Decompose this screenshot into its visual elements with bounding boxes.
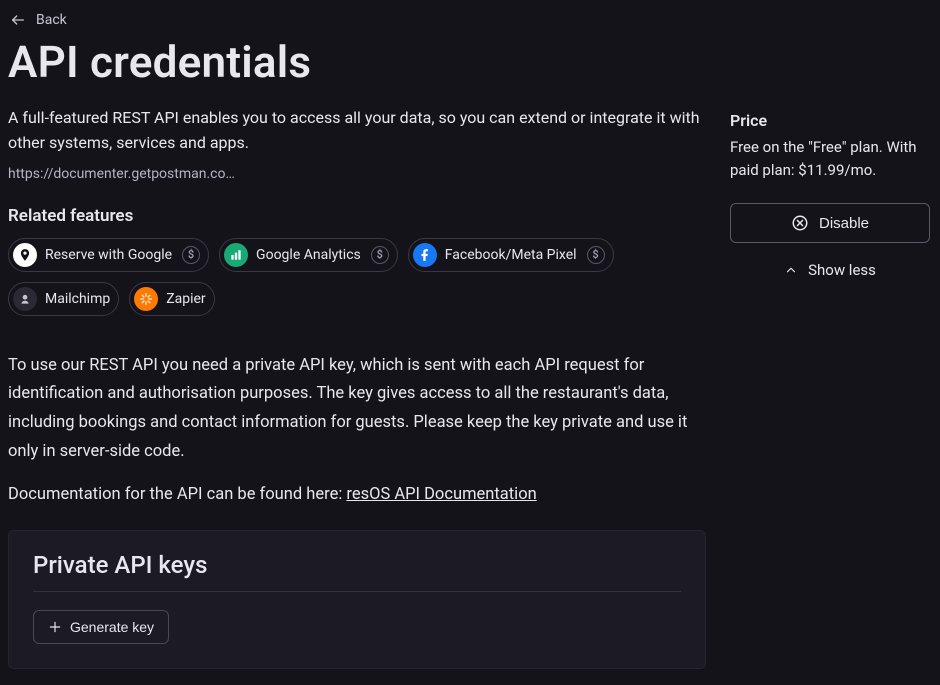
generate-key-button[interactable]: Generate key xyxy=(33,610,169,644)
chip-label: Zapier xyxy=(166,291,205,307)
divider xyxy=(33,591,681,592)
disable-button[interactable]: Disable xyxy=(730,203,930,243)
price-tag-icon: $ xyxy=(371,246,389,264)
back-button[interactable]: Back xyxy=(8,8,69,32)
related-chip-google-analytics[interactable]: Google Analytics $ xyxy=(219,238,398,272)
api-keys-panel: Private API keys Generate key xyxy=(8,530,706,669)
doc-url[interactable]: https://documenter.getpostman.co… xyxy=(8,166,706,182)
show-less-label: Show less xyxy=(808,261,876,279)
body-text: To use our REST API you need a private A… xyxy=(8,352,706,510)
arrow-left-icon xyxy=(10,12,26,28)
facebook-icon xyxy=(413,243,437,267)
price-tag-icon: $ xyxy=(182,246,200,264)
page-title: API credentials xyxy=(8,36,930,88)
main-content: A full-featured REST API enables you to … xyxy=(8,106,706,669)
price-tag-icon: $ xyxy=(587,246,605,264)
feature-description: A full-featured REST API enables you to … xyxy=(8,106,706,156)
cancel-circle-icon xyxy=(791,214,809,232)
chip-label: Reserve with Google xyxy=(45,247,172,263)
price-heading: Price xyxy=(730,111,930,130)
related-features-heading: Related features xyxy=(8,206,706,226)
chip-label: Mailchimp xyxy=(45,291,110,307)
related-chip-reserve-with-google[interactable]: Reserve with Google $ xyxy=(8,238,209,272)
price-text: Free on the "Free" plan. With paid plan:… xyxy=(730,136,930,181)
body-paragraph-2: Documentation for the API can be found h… xyxy=(8,481,706,510)
mailchimp-icon xyxy=(13,287,37,311)
plus-icon xyxy=(48,620,62,634)
body-paragraph-1: To use our REST API you need a private A… xyxy=(8,352,706,468)
doc-link-prefix: Documentation for the API can be found h… xyxy=(8,485,346,504)
zapier-icon xyxy=(134,287,158,311)
show-less-toggle[interactable]: Show less xyxy=(730,261,930,279)
related-chip-zapier[interactable]: Zapier xyxy=(129,282,214,316)
sidebar: Price Free on the "Free" plan. With paid… xyxy=(730,106,930,669)
related-features-list: Reserve with Google $ Google Analytics $… xyxy=(8,238,706,316)
bar-chart-icon xyxy=(224,243,248,267)
chip-label: Google Analytics xyxy=(256,247,361,263)
back-label: Back xyxy=(36,12,67,28)
map-pin-icon xyxy=(13,243,37,267)
related-chip-mailchimp[interactable]: Mailchimp xyxy=(8,282,119,316)
chevron-up-icon xyxy=(784,263,798,277)
api-documentation-link[interactable]: resOS API Documentation xyxy=(346,485,536,504)
disable-label: Disable xyxy=(819,215,869,232)
api-keys-heading: Private API keys xyxy=(33,551,681,579)
chip-label: Facebook/Meta Pixel xyxy=(445,247,577,263)
related-chip-facebook-meta-pixel[interactable]: Facebook/Meta Pixel $ xyxy=(408,238,614,272)
generate-key-label: Generate key xyxy=(70,619,154,635)
